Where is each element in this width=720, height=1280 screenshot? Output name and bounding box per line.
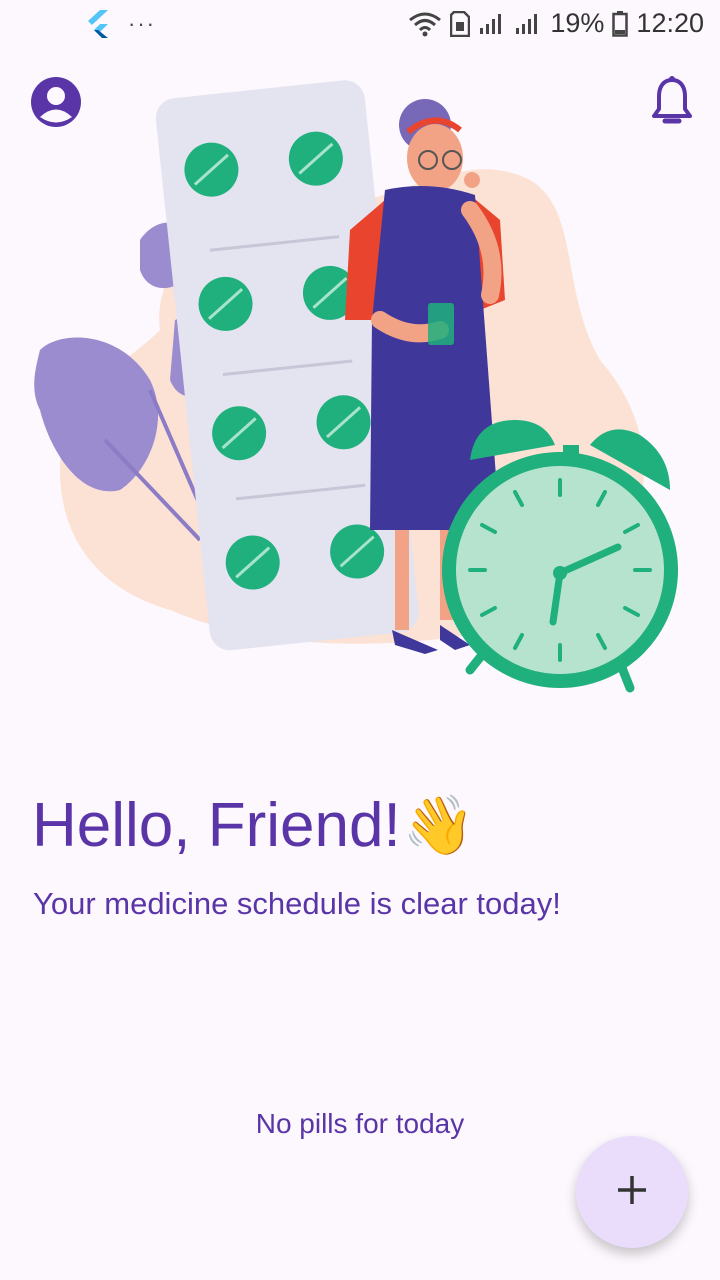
more-dots-icon: ··· [128,10,156,36]
greeting-subtitle: Your medicine schedule is clear today! [33,886,561,921]
status-bar: ··· 19% 12:20 [0,0,720,50]
clock-time: 12:20 [636,8,704,38]
hero-illustration [34,80,678,693]
sim-icon [450,10,471,37]
waving-hand-emoji: 👋 [402,792,475,858]
plus-icon [615,1173,649,1212]
greeting-title: Hello, Friend! [32,791,401,860]
add-pill-button[interactable] [576,1136,688,1248]
signal-icon [478,12,506,36]
status-left: ··· [86,10,156,45]
greeting-heading: Hello, Friend! 👋 [32,790,475,861]
battery-percent: 19% [550,8,605,38]
flutter-icon [86,10,110,45]
status-right: 19% 12:20 [408,8,704,39]
battery-icon [612,10,629,37]
wifi-icon [408,11,442,37]
signal-icon [514,12,542,36]
empty-state-message: No pills for today [255,1108,465,1139]
